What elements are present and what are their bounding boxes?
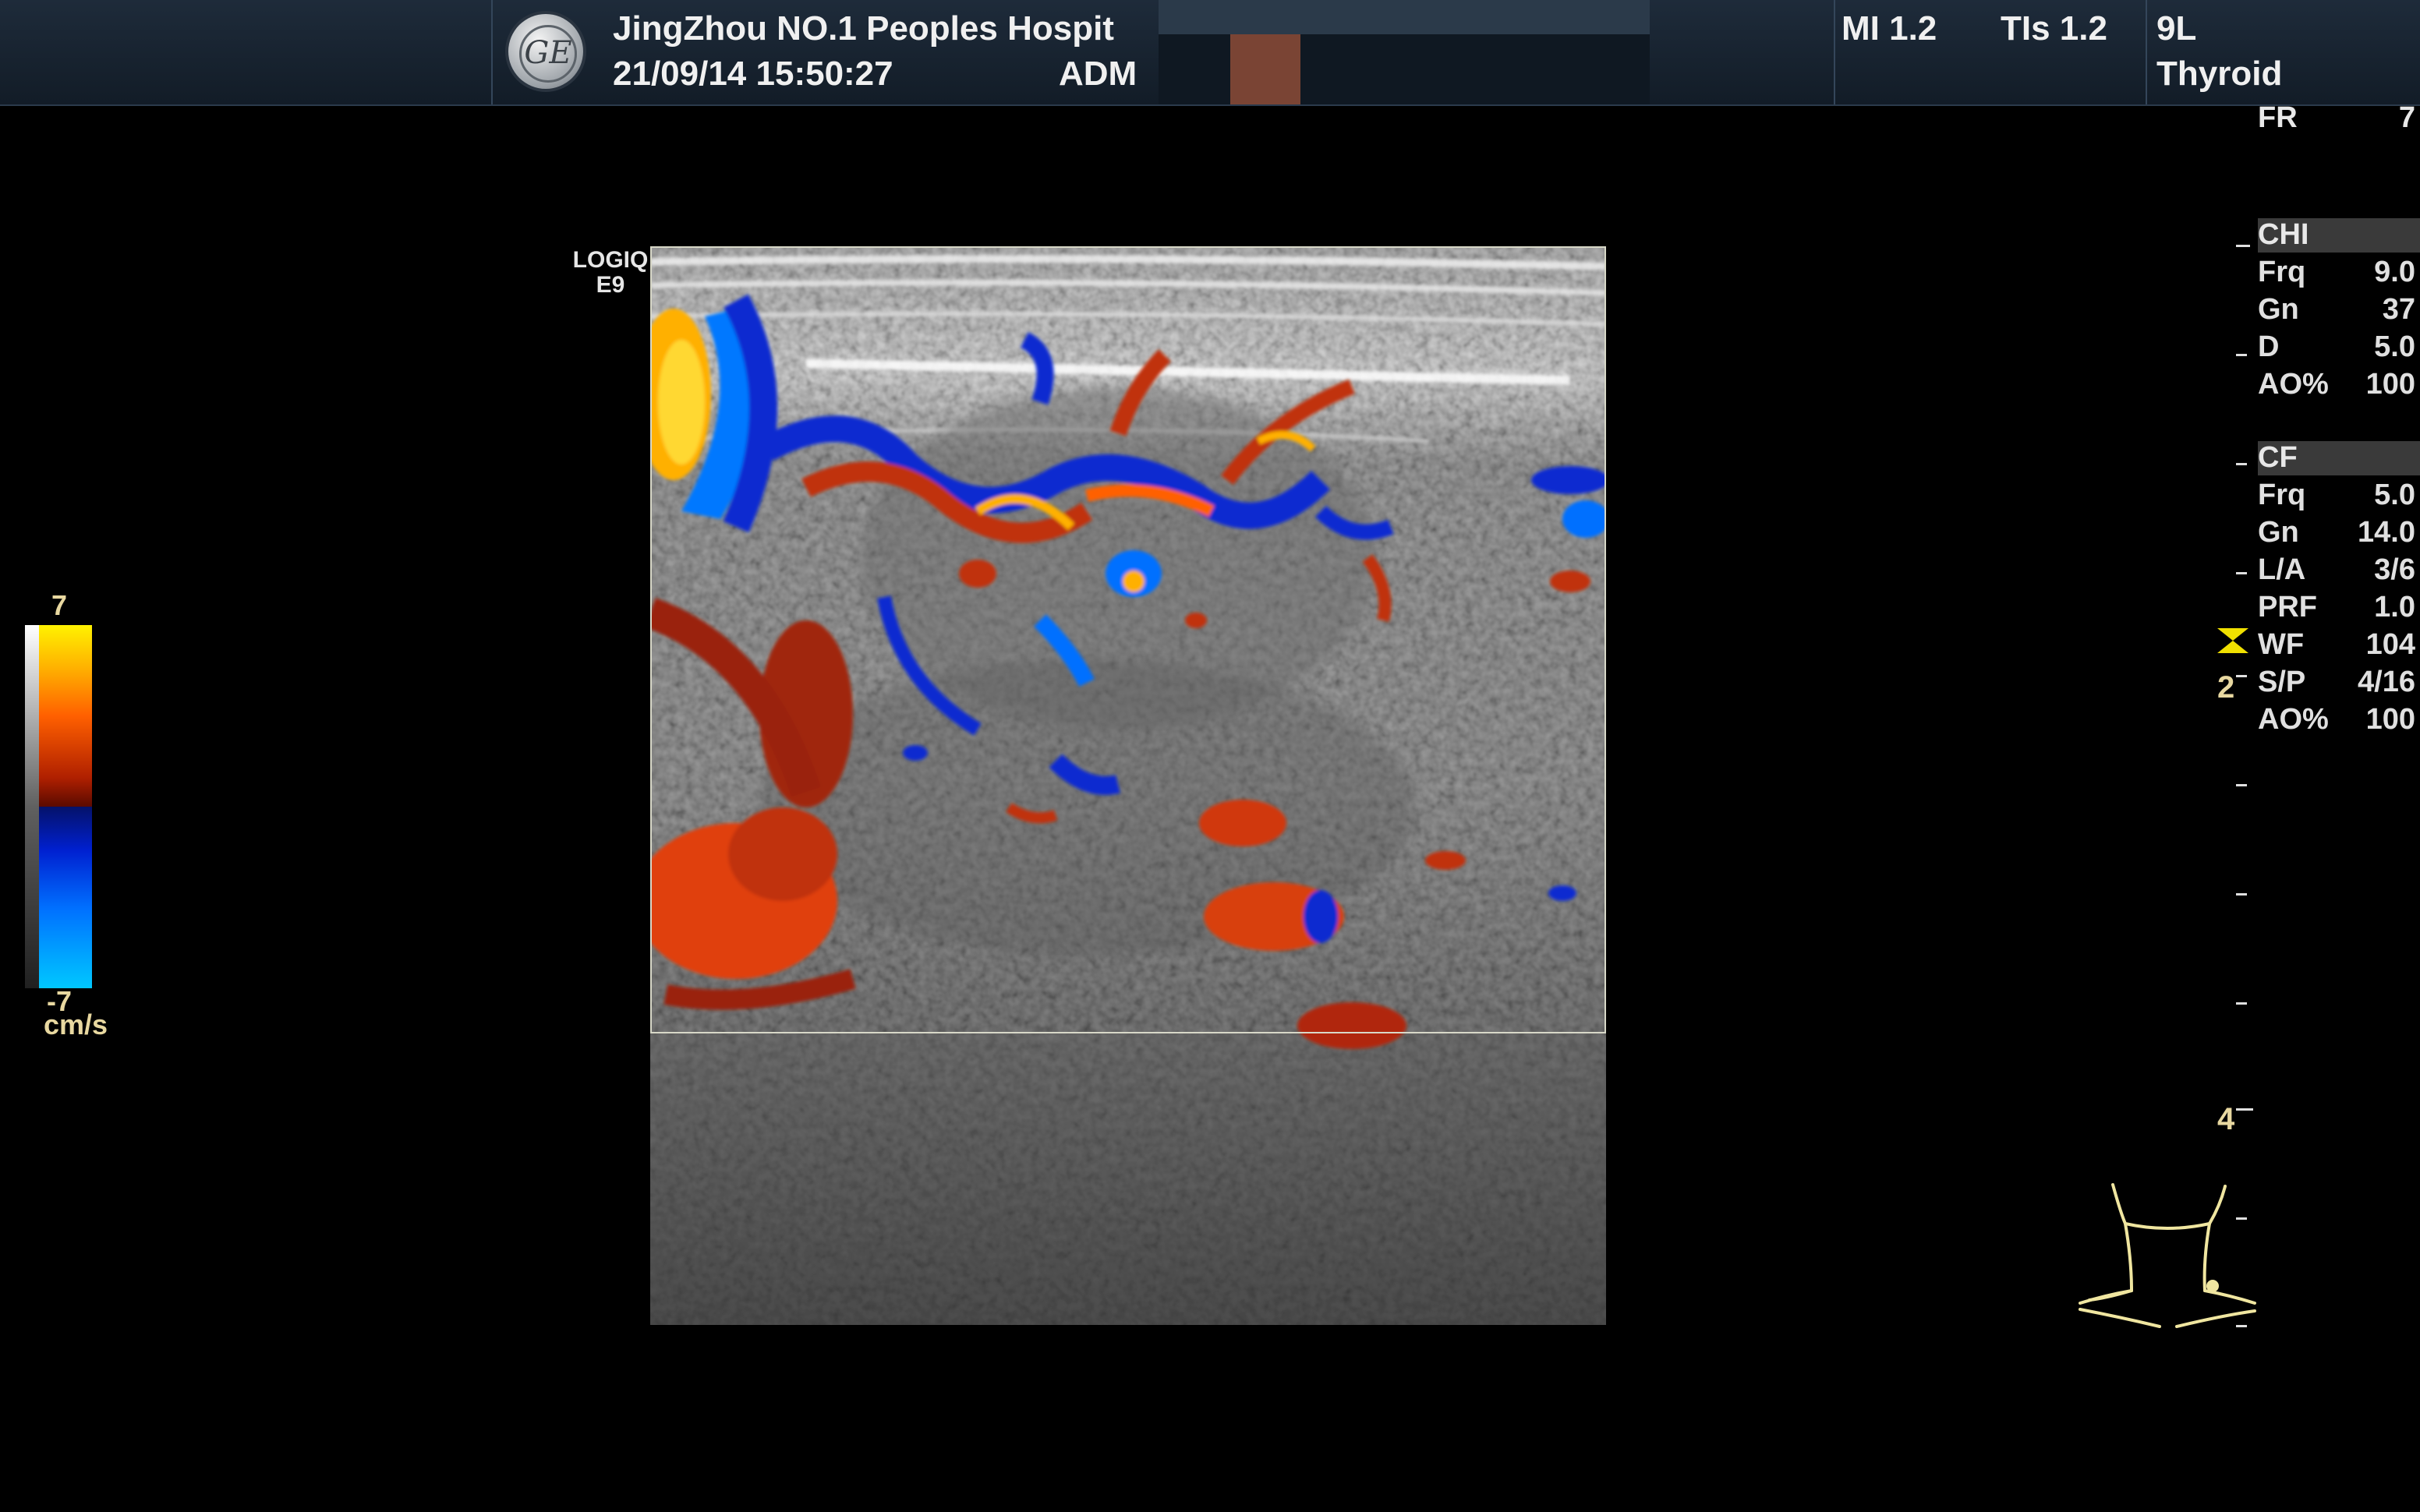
cf-param-row: S/P 4/16 [2258,666,2415,698]
chi-param-row: D 5.0 [2258,330,2415,363]
ultrasound-image[interactable] [650,246,1606,1325]
probe-name: 9L [2156,9,2197,48]
scanner-model-line2: E9 [596,272,625,298]
mi-index: MI 1.2 [1842,9,1937,48]
operator-id: ADM [1059,55,1137,93]
chi-param-row: Gn 37 [2258,293,2415,326]
header-divider [491,0,493,104]
depth-marker-2cm: 2 [2217,670,2235,705]
chi-param-row: Frq 9.0 [2258,256,2415,288]
color-indicator-swatch [1230,34,1300,104]
tis-index: TIs 1.2 [2001,9,2107,48]
chi-param-row: AO% 100 [2258,368,2415,401]
color-scale-bar [39,625,92,988]
ge-logo-icon: GE [508,14,583,89]
color-scale-grayscale [25,625,39,988]
color-scale-max: 7 [51,589,68,621]
scanner-model-line1: LOGIQ [572,247,649,273]
cf-parameters-panel: CF Frq 5.0 Gn 14.0 L/A 3/6 PRF 1.0 WF 104 S/P… [2258,441,2420,740]
depth-tick [2236,245,2250,247]
preset-name: Thyroid [2156,55,2283,93]
exam-datetime: 21/09/14 15:50:27 [613,55,893,93]
header-divider [1834,0,1835,104]
depth-tick [2236,1108,2253,1111]
scanner-model-label: LOGIQ E9 [568,248,653,298]
chi-parameters-panel: CHI Frq 9.0 Gn 37 D 5.0 AO% 100 [2258,218,2420,405]
hospital-name: JingZhou NO.1 Peoples Hospit [613,9,1114,48]
frame-rate-value: 7 [2398,101,2415,134]
header-divider [2146,0,2147,104]
ge-logo-text: GE [519,25,577,83]
depth-tick [2236,463,2247,465]
header-center-panel [1159,0,1650,104]
depth-tick [2236,1002,2247,1005]
cf-param-row: PRF 1.0 [2258,591,2415,624]
frame-rate-label: FR [2258,101,2298,134]
depth-tick [2236,354,2247,356]
cf-panel-title: CF [2258,441,2420,475]
depth-tick [2236,784,2247,786]
depth-marker-4cm: 4 [2217,1102,2235,1136]
neck-bodymark-icon [2079,1183,2256,1328]
cf-param-row: WF 104 [2258,628,2415,661]
cf-param-row: L/A 3/6 [2258,553,2415,586]
depth-tick [2236,893,2247,896]
depth-tick [2236,572,2247,574]
wall-filter-marker-icon [2217,628,2248,653]
cf-param-row: AO% 100 [2258,703,2415,736]
chi-panel-title: CHI [2258,218,2420,253]
cf-param-row: Gn 14.0 [2258,516,2415,549]
depth-tick [2236,675,2247,677]
frame-rate: FR 7 [2258,101,2420,140]
header-bar: GE JingZhou NO.1 Peoples Hospit 21/09/14… [0,0,2420,106]
deep-field-shadow [650,1033,1606,1325]
color-scale-unit: cm/s [44,1009,108,1040]
ultrasound-canvas [650,246,1606,1325]
header-center-strip [1159,0,1650,34]
cf-param-row: Frq 5.0 [2258,479,2415,511]
